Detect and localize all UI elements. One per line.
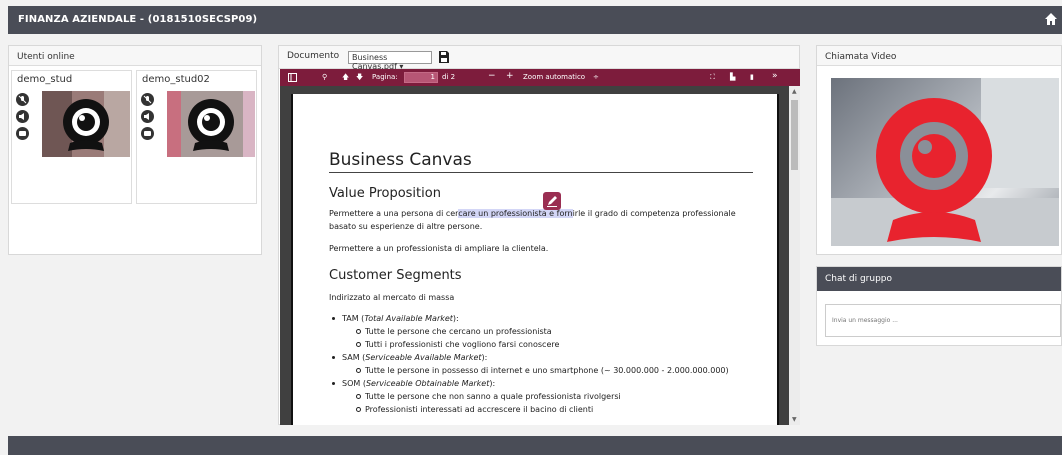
paragraph: Permettere a un professionista di amplia… (329, 244, 549, 253)
paragraph: Permettere a una persona di cercare un p… (329, 209, 736, 231)
document-select[interactable]: Business Canvas.pdf ▾ (348, 51, 432, 71)
pdf-title: Business Canvas (329, 150, 472, 170)
list-item: Tutte le persone che non sanno a quale p… (329, 390, 729, 403)
section-heading: Value Proposition (329, 186, 441, 201)
webcam-icon (63, 99, 109, 151)
document-panel: Documento Business Canvas.pdf ▾ ⚲ 🡅 🡇 Pa… (278, 45, 800, 425)
pdf-scrollbar[interactable]: ▲ ▼ (789, 86, 800, 425)
scroll-down-icon[interactable]: ▼ (792, 416, 797, 423)
more-tools-icon[interactable]: » (772, 71, 778, 81)
pdf-viewer[interactable]: Business Canvas Value Proposition Permet… (280, 86, 800, 425)
user-card: demo_stud02 (136, 70, 257, 204)
list-item: Tutte le persone in possesso di internet… (329, 364, 729, 377)
fullscreen-icon[interactable]: ⛶ (710, 73, 715, 82)
list-item: Tutte le persone che cercano un professi… (329, 325, 729, 338)
user-card: demo_stud (11, 70, 132, 204)
chat-message-input[interactable] (825, 304, 1061, 337)
home-icon[interactable] (1044, 12, 1058, 26)
camera-icon[interactable] (16, 127, 29, 140)
list-item: TAM (Total Available Market): (329, 312, 729, 325)
pdf-page: Business Canvas Value Proposition Permet… (291, 94, 779, 425)
section-heading: Customer Segments (329, 268, 462, 283)
document-label: Documento (287, 51, 340, 61)
app-footer (8, 436, 1062, 455)
mic-muted-icon[interactable] (141, 93, 154, 106)
page-number-input[interactable]: 1 (404, 72, 438, 83)
user-webcam-feed (167, 91, 255, 157)
scroll-up-icon[interactable]: ▲ (792, 88, 797, 95)
mic-muted-icon[interactable] (16, 93, 29, 106)
app-header: FINANZA AZIENDALE - (0181510SECSP09) (8, 6, 1062, 34)
zoom-caret-icon: ÷ (593, 73, 599, 81)
list-item: SOM (Serviceable Obtainable Market): (329, 377, 729, 390)
camera-icon[interactable] (141, 127, 154, 140)
main-video-feed (831, 78, 1059, 246)
text-highlight: care un professionista e forn (458, 209, 573, 218)
group-chat-title: Chat di gruppo (817, 267, 1061, 291)
webcam-icon (188, 99, 234, 151)
save-icon[interactable] (439, 51, 449, 63)
download-icon[interactable]: ▙ (730, 73, 735, 81)
segments-list: TAM (Total Available Market): Tutte le p… (329, 312, 729, 416)
page-total: di 2 (442, 73, 456, 81)
group-chat-panel: Chat di gruppo (816, 266, 1062, 346)
zoom-select[interactable]: Zoom automatico (523, 73, 585, 81)
title-rule (329, 172, 753, 173)
user-name: demo_stud (17, 74, 73, 85)
find-icon[interactable]: ⚲ (322, 73, 327, 81)
users-online-title: Utenti online (9, 46, 261, 66)
speaker-icon[interactable] (16, 110, 29, 123)
zoom-in-icon[interactable]: + (506, 71, 514, 81)
next-page-icon[interactable]: 🡇 (356, 73, 363, 84)
sidebar-toggle-icon[interactable] (288, 73, 297, 82)
bookmark-icon[interactable]: ▮ (750, 73, 754, 81)
list-item: Tutti i professionisti che vogliono fars… (329, 338, 729, 351)
prev-page-icon[interactable]: 🡅 (342, 73, 349, 84)
list-item: Professionisti interessati ad accrescere… (329, 403, 729, 416)
page-label: Pagina: (372, 73, 398, 81)
pdf-toolbar: ⚲ 🡅 🡇 Pagina: 1 di 2 − + Zoom automatico… (280, 69, 800, 86)
users-online-panel: Utenti online demo_stud demo_stud02 (8, 45, 262, 255)
video-call-title: Chiamata Video (817, 46, 1061, 66)
paragraph: Indirizzato al mercato di massa (329, 293, 455, 302)
annotation-icon[interactable] (543, 192, 561, 210)
speaker-icon[interactable] (141, 110, 154, 123)
course-title: FINANZA AZIENDALE - (0181510SECSP09) (18, 14, 258, 25)
scroll-thumb[interactable] (791, 100, 798, 170)
video-call-panel: Chiamata Video (816, 45, 1062, 255)
document-header: Documento Business Canvas.pdf ▾ (279, 46, 799, 71)
user-name: demo_stud02 (142, 74, 210, 85)
webcam-icon (876, 98, 992, 242)
list-item: SAM (Serviceable Available Market): (329, 351, 729, 364)
zoom-out-icon[interactable]: − (488, 71, 496, 81)
user-webcam-feed (42, 91, 130, 157)
